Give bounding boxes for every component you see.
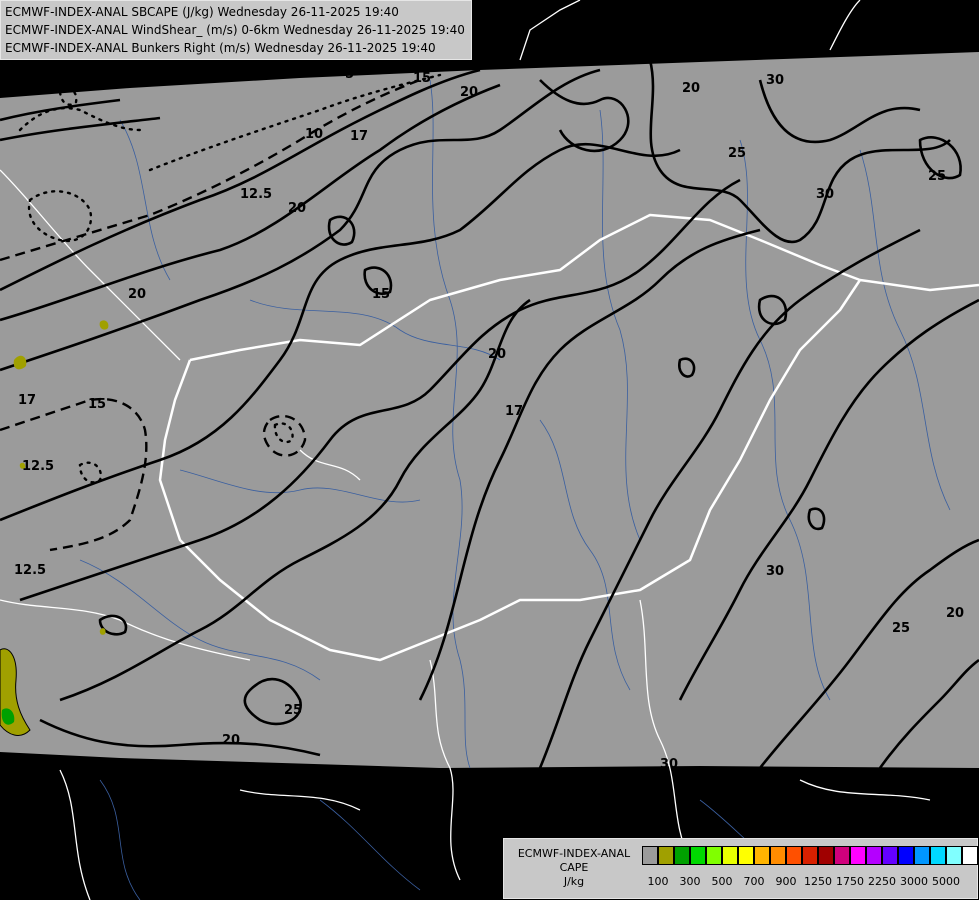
contour-label: 12.5 (22, 459, 54, 474)
contour-label: 20 (488, 347, 506, 362)
contour-label: 12.5 (240, 187, 272, 202)
contour-label: 17 (18, 393, 36, 408)
legend-swatch (866, 846, 882, 865)
contour-label: 20 (682, 81, 700, 96)
legend-variable: CAPE (559, 861, 589, 874)
legend-swatch (946, 846, 962, 865)
legend-swatch (914, 846, 930, 865)
contour-label: 30 (660, 757, 678, 772)
legend-swatch (818, 846, 834, 865)
header-line-bunkers: ECMWF-INDEX-ANAL Bunkers Right (m/s) Wed… (5, 41, 436, 55)
contour-label: 30 (766, 564, 784, 579)
contour-label: 15 (88, 397, 106, 412)
legend-swatch (754, 846, 770, 865)
contour-label: 30 (766, 73, 784, 88)
legend-tick-label: 2250 (868, 875, 896, 888)
contour-label: 20 (460, 85, 478, 100)
legend-swatch (706, 846, 722, 865)
legend-tick-labels: 100 300 500 700 900 1250 1750 2250 3000 5000 (642, 875, 972, 891)
header-line-sbcape: ECMWF-INDEX-ANAL SBCAPE (J/kg) Wednesday… (5, 5, 399, 19)
legend-tick-label: 1750 (836, 875, 864, 888)
legend-swatch (802, 846, 818, 865)
contour-label: 20 (128, 287, 146, 302)
contour-label: 25 (928, 169, 946, 184)
legend-units: J/kg (563, 875, 585, 888)
contour-label: 30 (816, 187, 834, 202)
contour-label: 25 (892, 621, 910, 636)
legend-swatch (722, 846, 738, 865)
legend-swatch (690, 846, 706, 865)
contour-label: 17 (505, 404, 523, 419)
contour-label: 25 (728, 146, 746, 161)
contour-label: 25 (284, 703, 302, 718)
forecast-map: 5 5 15 20 20 30 25 25 30 10 17 12.5 20 1… (0, 0, 979, 900)
contour-label: 10 (305, 127, 323, 142)
legend-tick-label: 5000 (932, 875, 960, 888)
legend-swatch (658, 846, 674, 865)
contour-label: 12.5 (14, 563, 46, 578)
legend-swatch (770, 846, 786, 865)
legend-swatch (962, 846, 978, 865)
legend-tick-label: 3000 (900, 875, 928, 888)
legend-swatch (674, 846, 690, 865)
contour-label: 20 (222, 733, 240, 748)
legend-tick-label: 1250 (804, 875, 832, 888)
legend-tick-label: 700 (743, 875, 765, 888)
contour-label: 17 (350, 129, 368, 144)
legend-swatch (930, 846, 946, 865)
contour-label: 5 (345, 67, 354, 82)
legend-swatch (882, 846, 898, 865)
legend-title: ECMWF-INDEX-ANAL CAPE J/kg (504, 847, 644, 889)
map-header: ECMWF-INDEX-ANAL SBCAPE (J/kg) Wednesday… (0, 0, 472, 60)
legend-tick-label: 100 (647, 875, 669, 888)
legend-tick-label: 300 (679, 875, 701, 888)
contour-label: 5 (145, 71, 154, 86)
header-line-windshear: ECMWF-INDEX-ANAL WindShear_ (m/s) 0-6km … (5, 23, 465, 37)
legend-swatch (786, 846, 802, 865)
contour-label: 15 (413, 71, 431, 86)
contour-label: 20 (946, 606, 964, 621)
legend-swatches (642, 846, 978, 865)
contour-label: 20 (288, 201, 306, 216)
legend-swatch (738, 846, 754, 865)
legend-model: ECMWF-INDEX-ANAL (517, 847, 631, 860)
legend-swatch (898, 846, 914, 865)
contour-label: 15 (372, 287, 390, 302)
legend-swatch (834, 846, 850, 865)
legend-swatch (850, 846, 866, 865)
cape-legend: ECMWF-INDEX-ANAL CAPE J/kg 100 300 500 700 9… (503, 838, 978, 899)
legend-swatch (642, 846, 658, 865)
legend-tick-label: 500 (711, 875, 733, 888)
legend-tick-label: 900 (775, 875, 797, 888)
